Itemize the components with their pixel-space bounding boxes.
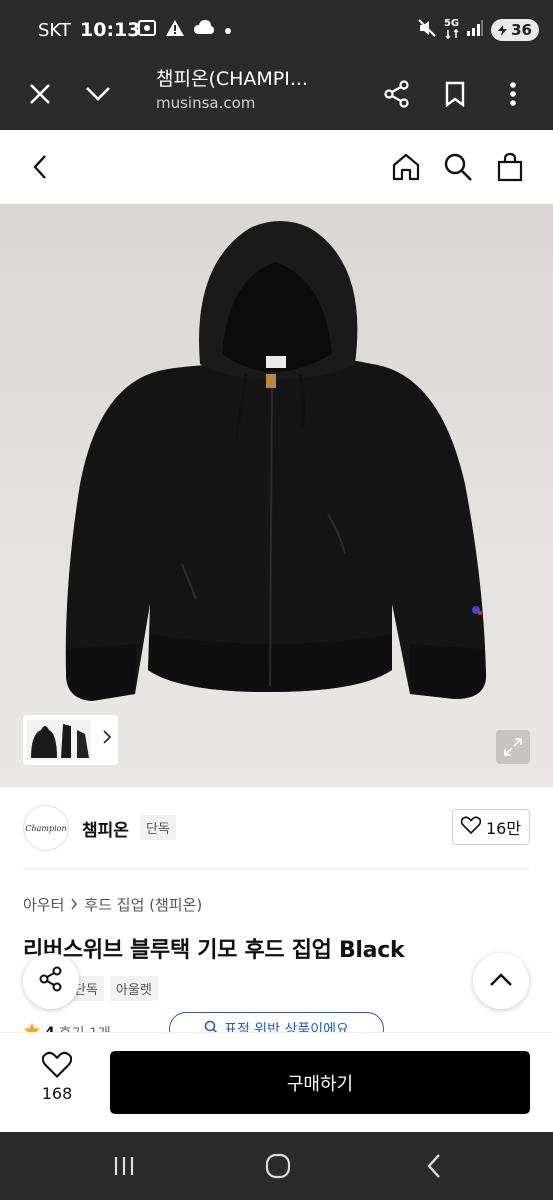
chevron-down-icon[interactable] bbox=[78, 74, 118, 114]
brand-like-count: 16만 bbox=[485, 819, 522, 838]
breadcrumb-item[interactable]: 후드 집업 (챔피온) bbox=[84, 894, 202, 915]
product-image[interactable] bbox=[0, 204, 553, 787]
battery-level: 36 bbox=[511, 21, 532, 39]
back-button-icon[interactable] bbox=[414, 1150, 454, 1182]
status-bar: SKT 10:13 5G 36 bbox=[0, 0, 553, 58]
page-title: 챔피온(CHAMPI... bbox=[156, 68, 308, 90]
share-icon bbox=[37, 965, 65, 997]
bookmark-icon[interactable] bbox=[435, 74, 475, 114]
more-icon[interactable] bbox=[493, 74, 533, 114]
dot-icon bbox=[223, 21, 233, 40]
product-tags: 단독 아울렛 bbox=[68, 976, 158, 1001]
floating-share-button[interactable] bbox=[23, 953, 79, 1009]
network-5g-icon: 5G bbox=[443, 17, 460, 42]
brand-name[interactable]: 챔피온 bbox=[82, 816, 129, 841]
wishlist-count: 168 bbox=[41, 1084, 73, 1103]
network-label: 5G bbox=[443, 17, 460, 29]
signal-icon bbox=[466, 19, 484, 41]
home-icon[interactable] bbox=[384, 145, 428, 189]
buy-button[interactable]: 구매하기 bbox=[110, 1051, 530, 1114]
heart-icon bbox=[26, 1051, 88, 1082]
mute-icon bbox=[417, 18, 437, 42]
expand-icon[interactable] bbox=[496, 730, 530, 764]
clock: 10:13 bbox=[80, 19, 141, 41]
browser-toolbar: 챔피온(CHAMPI... musinsa.com bbox=[0, 58, 553, 130]
heart-icon bbox=[460, 816, 482, 838]
breadcrumb-item[interactable]: 아우터 bbox=[23, 894, 64, 915]
chevron-right-icon[interactable] bbox=[102, 729, 112, 749]
thumbnail-images bbox=[27, 720, 91, 760]
home-button-icon[interactable] bbox=[258, 1150, 298, 1182]
exclusive-badge: 단독 bbox=[140, 815, 176, 840]
page-url[interactable]: musinsa.com bbox=[156, 94, 255, 112]
recent-apps-icon[interactable] bbox=[104, 1150, 144, 1182]
scroll-top-button[interactable] bbox=[473, 953, 529, 1009]
brand-logo[interactable]: Champion bbox=[23, 805, 69, 851]
search-icon[interactable] bbox=[436, 145, 480, 189]
system-nav-bar bbox=[0, 1132, 553, 1200]
divider bbox=[23, 868, 530, 869]
back-icon[interactable] bbox=[18, 145, 62, 189]
brand-row: Champion 챔피온 단독 16만 bbox=[0, 787, 553, 869]
warning-icon bbox=[165, 18, 185, 42]
brand-like-button[interactable]: 16만 bbox=[452, 809, 530, 845]
cart-icon[interactable] bbox=[488, 145, 532, 189]
chevron-up-icon bbox=[489, 972, 513, 991]
share-icon[interactable] bbox=[377, 74, 417, 114]
thumbnail-strip[interactable] bbox=[23, 715, 118, 765]
close-icon[interactable] bbox=[20, 74, 60, 114]
product-title: 리버스위브 블루택 기모 후드 집업 Black bbox=[23, 938, 405, 963]
carrier-label: SKT bbox=[38, 20, 71, 41]
chevron-right-icon bbox=[70, 896, 78, 914]
site-header bbox=[0, 130, 553, 204]
wishlist-button[interactable]: 168 bbox=[26, 1051, 88, 1103]
screenshot-icon bbox=[137, 18, 157, 42]
battery-icon: 36 bbox=[491, 19, 539, 41]
tag-outlet: 아울렛 bbox=[109, 976, 158, 1001]
brand-logo-text: Champion bbox=[25, 823, 67, 833]
cloud-icon bbox=[193, 19, 215, 41]
breadcrumb: 아우터 후드 집업 (챔피온) bbox=[23, 894, 202, 915]
purchase-bar: 168 구매하기 bbox=[0, 1032, 553, 1132]
hoodie-illustration bbox=[65, 221, 487, 701]
